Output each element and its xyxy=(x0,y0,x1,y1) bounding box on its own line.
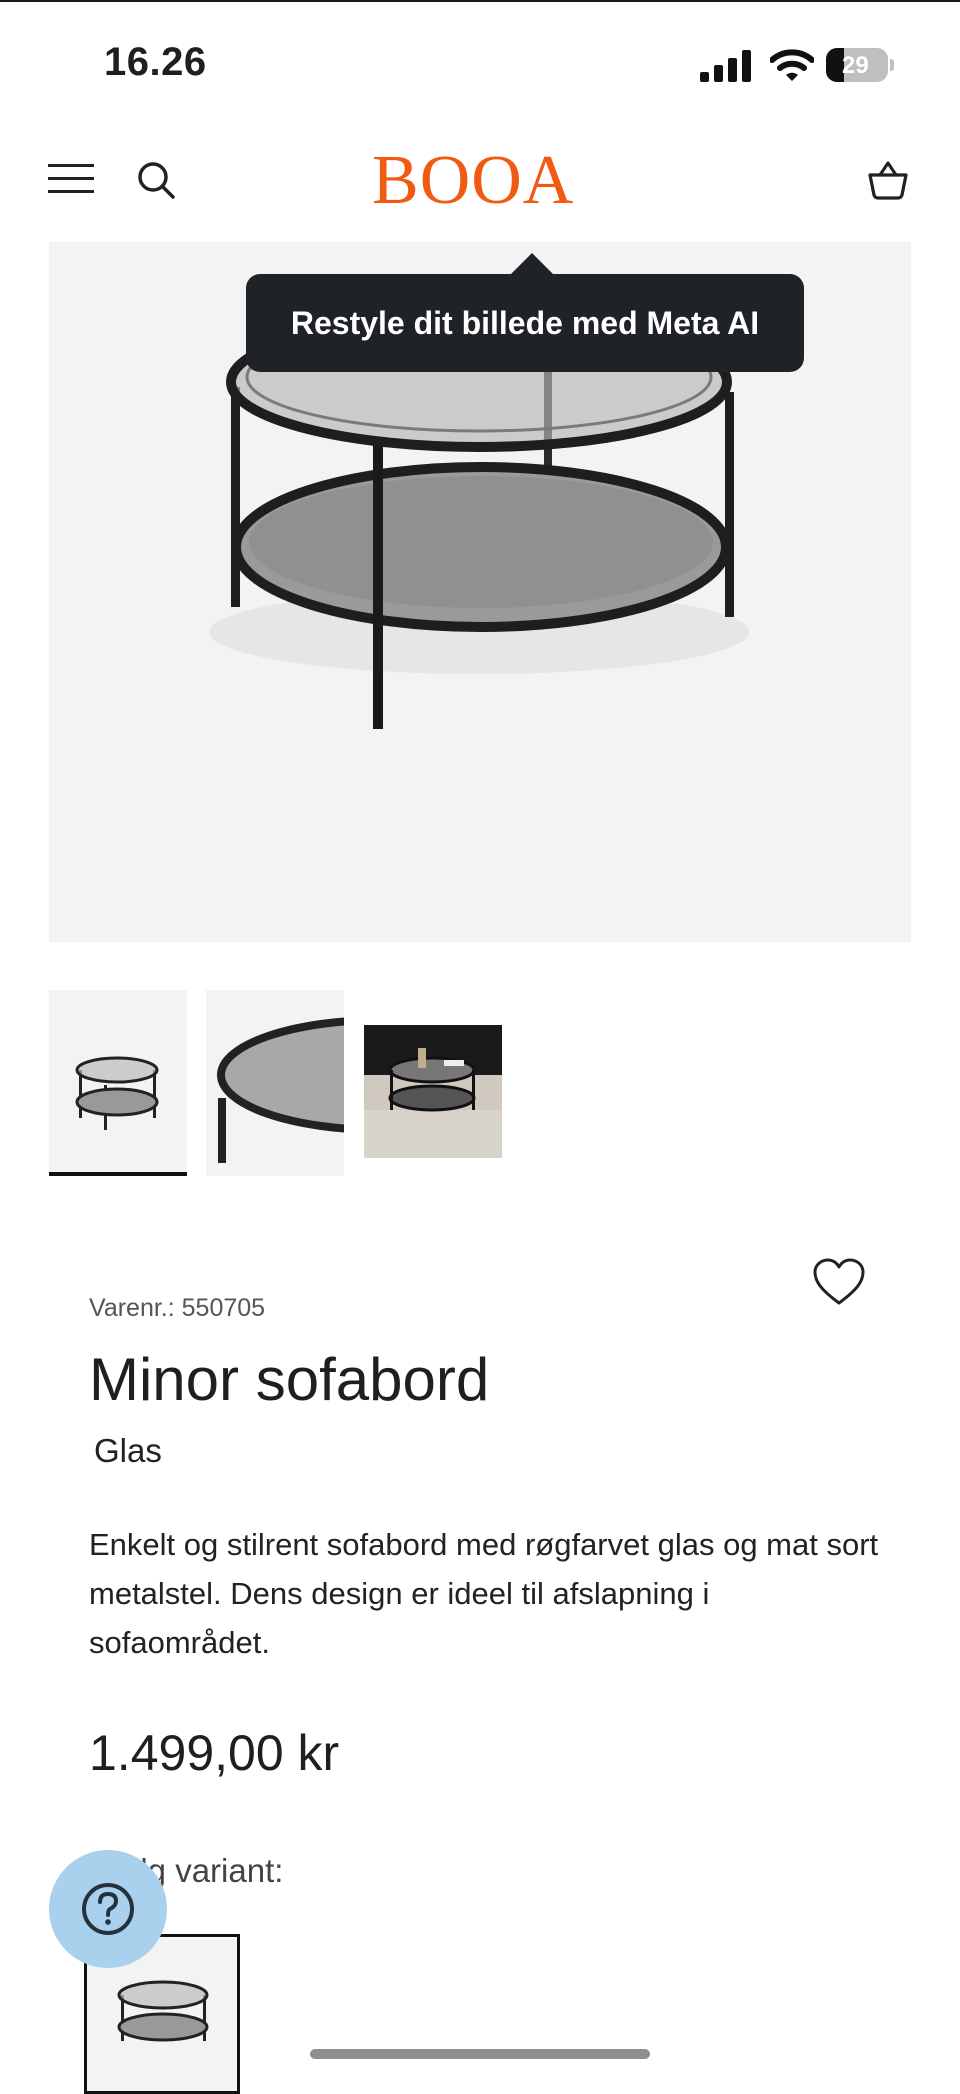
living-room-photo xyxy=(364,1025,502,1158)
product-price: 1.499,00 kr xyxy=(89,1725,340,1781)
product-sku: Varenr.: 550705 xyxy=(89,1294,266,1322)
glass-top-closeup-image xyxy=(217,1017,344,1163)
logo[interactable]: BOOA xyxy=(372,144,574,218)
product-thumbnail-1[interactable] xyxy=(49,990,187,1176)
product-description: Enkelt og stilrent sofabord med røgfarve… xyxy=(89,1527,879,1660)
cellular-signal-icon xyxy=(700,50,751,82)
product-subtitle: Glas xyxy=(94,1432,162,1469)
product-thumbnail-3[interactable] xyxy=(364,990,502,1176)
battery-level: 29 xyxy=(842,52,869,79)
help-button[interactable] xyxy=(49,1850,167,1968)
tooltip-arrow xyxy=(510,253,554,275)
product-thumbnail-2[interactable] xyxy=(206,990,344,1176)
hamburger-menu-icon[interactable] xyxy=(48,162,94,196)
shopping-basket-icon[interactable] xyxy=(866,157,910,201)
wifi-icon xyxy=(770,49,814,81)
battery-icon: 29 xyxy=(826,48,894,82)
coffee-table-thumbnail-image xyxy=(75,1056,159,1130)
status-time: 16.26 xyxy=(104,40,207,84)
home-indicator[interactable] xyxy=(310,2049,650,2059)
search-icon[interactable] xyxy=(136,160,176,200)
heart-icon[interactable] xyxy=(812,1257,866,1307)
question-mark-icon xyxy=(82,1883,134,1935)
meta-ai-tooltip-text[interactable]: Restyle dit billede med Meta AI xyxy=(246,274,804,372)
product-title: Minor sofabord xyxy=(89,1346,490,1413)
